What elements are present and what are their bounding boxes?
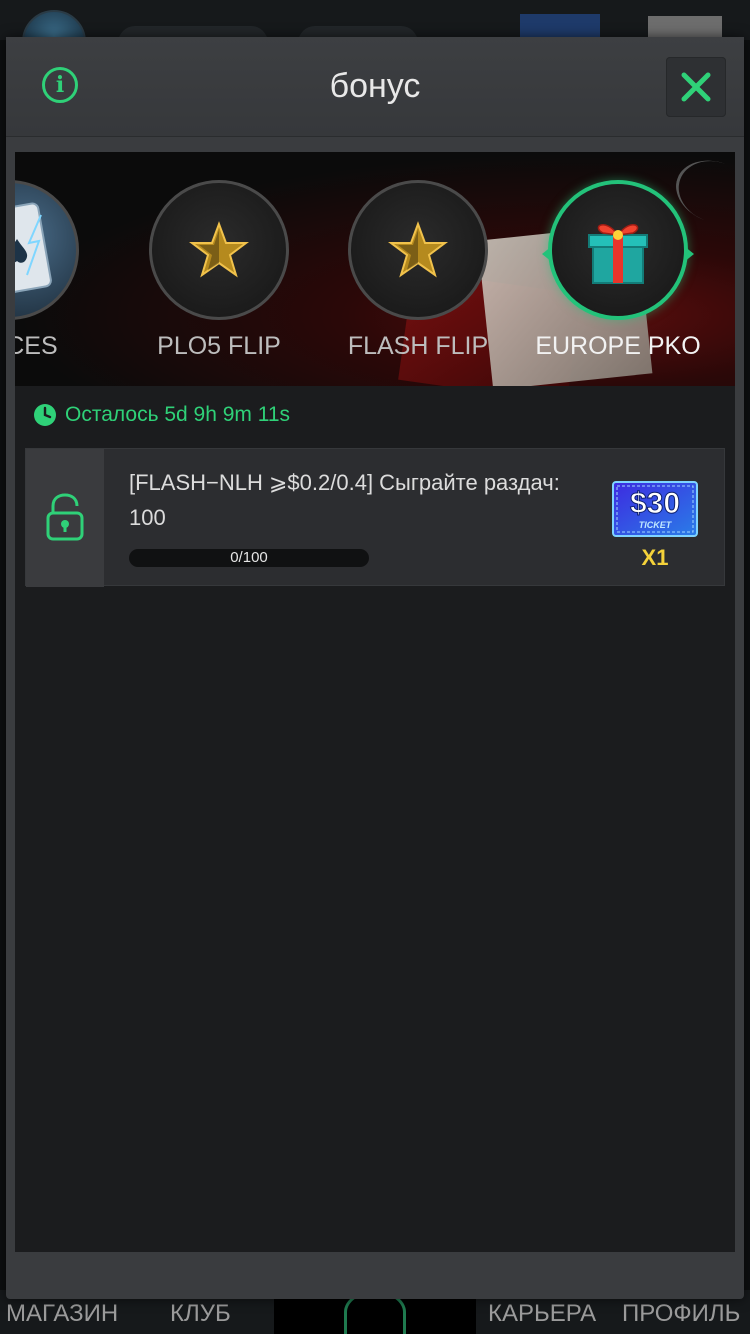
task-description: [FLASH−NLH ⩾$0.2/0.4] Сыграйте раздач: 1… — [129, 470, 560, 530]
ticket-amount: $30 — [630, 487, 680, 520]
ticket-icon: $30 TICKET — [612, 481, 698, 537]
background-nav-profile: ПРОФИЛЬ — [622, 1300, 741, 1327]
gift-icon — [588, 224, 648, 284]
tab-circle — [348, 180, 488, 320]
modal-header: i бонус — [6, 37, 744, 137]
modal-title: бонус — [329, 67, 421, 105]
tab-circle — [542, 180, 694, 320]
tab-flash-flip[interactable]: FLASH FLIP — [318, 152, 518, 386]
ticket-label: TICKET — [639, 520, 673, 530]
bonus-content: A IE ACES PLO5 FLIP — [15, 152, 735, 1252]
background-nav-career: КАРЬЕРА — [488, 1300, 597, 1327]
tab-europe-pko[interactable]: EUROPE PKO — [518, 152, 718, 386]
star-icon — [189, 221, 249, 278]
bonus-tabs-carousel[interactable]: A IE ACES PLO5 FLIP — [15, 152, 735, 386]
reward-count: X1 — [641, 545, 669, 570]
close-button[interactable] — [666, 57, 726, 117]
tab-label: EUROPE PKO — [535, 332, 701, 360]
tab-plo5-flip[interactable]: PLO5 FLIP — [119, 152, 319, 386]
bonus-modal: i бонус A — [6, 37, 744, 1299]
background-nav-club: КЛУБ — [170, 1300, 231, 1327]
timer: Осталось 5d 9h 9m 11s — [33, 400, 290, 430]
timer-text: Осталось 5d 9h 9m 11s — [65, 403, 291, 426]
tab-circle: A — [15, 180, 79, 320]
active-indicator-left-icon — [542, 246, 552, 262]
task-progress-text: 0/100 — [230, 549, 268, 566]
task-row[interactable]: [FLASH−NLH ⩾$0.2/0.4] Сыграйте раздач: 1… — [25, 448, 725, 587]
task-progress-bar: 0/100 — [129, 549, 369, 567]
clock-icon — [34, 404, 56, 426]
tab-circle — [149, 180, 289, 320]
tab-aces[interactable]: A IE ACES — [15, 152, 109, 386]
task-lock-button[interactable] — [26, 449, 104, 587]
background-nav-shop: МАГАЗИН — [6, 1300, 119, 1327]
aces-card-icon: A — [15, 202, 52, 296]
close-icon — [681, 72, 711, 102]
active-indicator-right-icon — [684, 246, 694, 262]
star-icon — [388, 221, 448, 278]
reward-ticket[interactable]: $30 TICKET — [612, 481, 698, 537]
unlock-icon — [46, 493, 84, 541]
